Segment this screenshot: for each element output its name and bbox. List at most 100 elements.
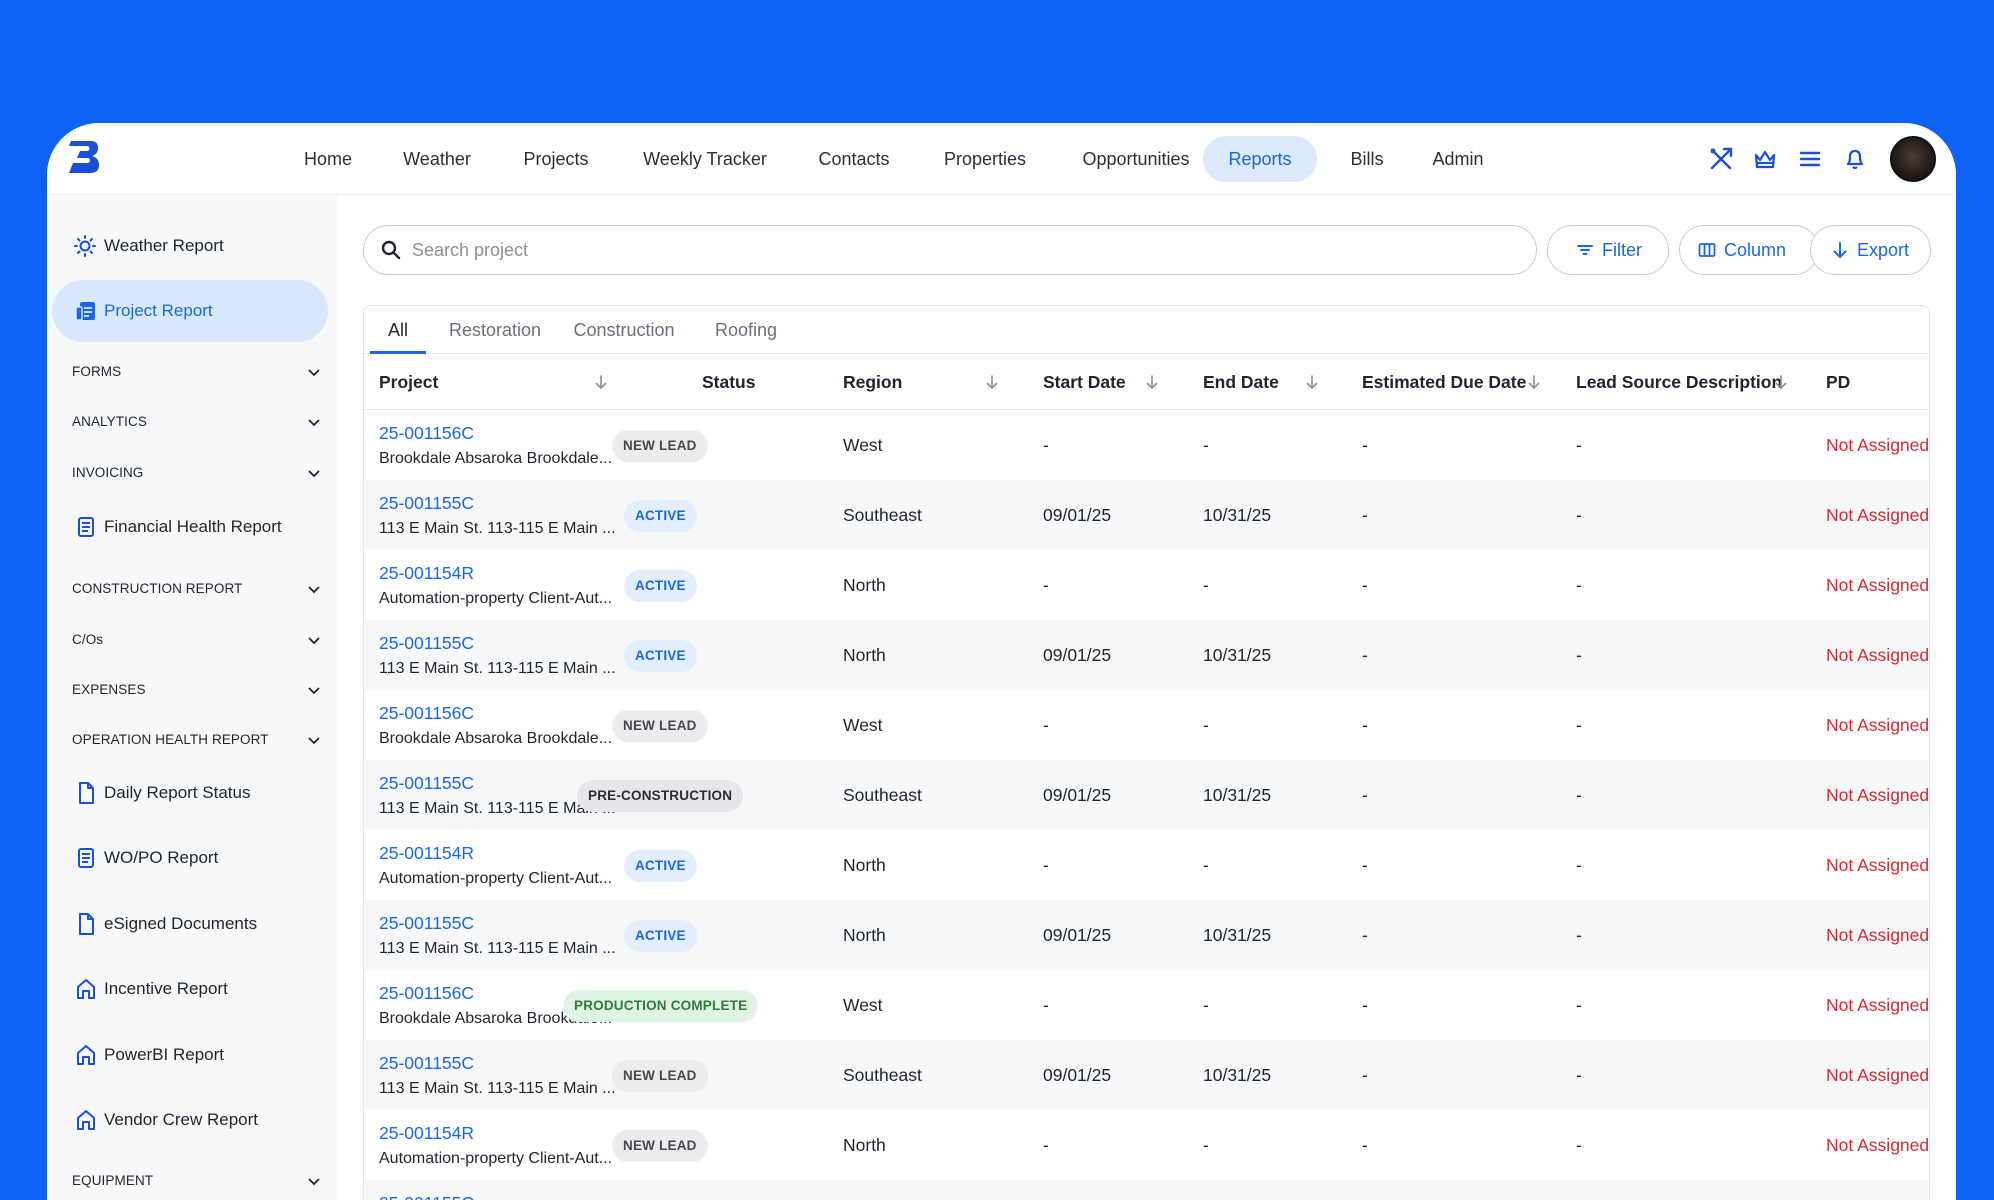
- brand-logo-icon[interactable]: [65, 137, 101, 177]
- sort-arrow-icon[interactable]: [984, 374, 1000, 390]
- table-row[interactable]: 25-001154R Automation-property Client-Aut…: [364, 550, 1929, 620]
- nav-contacts[interactable]: Contacts: [799, 136, 909, 182]
- crown-icon[interactable]: [1752, 146, 1778, 172]
- status-cell: NEW LEAD: [575, 690, 745, 760]
- table-row[interactable]: 25-001155C 113 E Main St. 113-115 E Main …: [364, 480, 1929, 550]
- project-id-link[interactable]: 25-001154R: [379, 1122, 474, 1144]
- project-id-link[interactable]: 25-001155C: [379, 772, 474, 794]
- sort-arrow-icon[interactable]: [1304, 374, 1320, 390]
- table-row[interactable]: 25-001155C 113 E Main St. 113-115 E Main …: [364, 1040, 1929, 1110]
- status-cell: ACTIVE: [575, 620, 745, 690]
- column-button[interactable]: Column: [1679, 225, 1819, 275]
- project-id-link[interactable]: 25-001154R: [379, 842, 474, 864]
- nav-weather[interactable]: Weather: [387, 136, 487, 182]
- project-id-link[interactable]: 25-001154R: [379, 562, 474, 584]
- sidebar-item-weather-report[interactable]: Weather Report: [52, 215, 328, 277]
- search-bar[interactable]: [363, 225, 1537, 275]
- table-row[interactable]: 25-001155C 113 E Main St. 113-115 E Main …: [364, 760, 1929, 830]
- table-row[interactable]: 25-001154R Automation-property Client-Aut…: [364, 830, 1929, 900]
- sidebar-group-construction-report[interactable]: CONSTRUCTION REPORT: [72, 572, 322, 606]
- sidebar-group-invoicing[interactable]: INVOICING: [72, 456, 322, 490]
- sidebar-item-incentive-report[interactable]: Incentive Report: [52, 958, 328, 1020]
- nav-admin[interactable]: Admin: [1417, 136, 1499, 182]
- sidebar-group-cos[interactable]: C/Os: [72, 623, 322, 657]
- nav-opportunities[interactable]: Opportunities: [1061, 136, 1211, 182]
- column-header-end-date[interactable]: End Date: [1203, 354, 1279, 410]
- sidebar-item-vendor-crew-report[interactable]: Vendor Crew Report: [52, 1089, 328, 1151]
- cell-start: -: [1043, 435, 1049, 455]
- nav-home[interactable]: Home: [287, 136, 369, 182]
- nav-reports[interactable]: Reports: [1203, 136, 1317, 182]
- sidebar-label: Daily Report Status: [104, 783, 251, 802]
- project-id-link[interactable]: 25-001155C: [379, 632, 474, 654]
- table-row[interactable]: 25-001155C: [364, 1180, 1929, 1200]
- status-cell: ACTIVE: [575, 480, 745, 550]
- sort-arrow-icon[interactable]: [593, 374, 609, 390]
- tab-construction[interactable]: Construction: [560, 306, 688, 354]
- tools-icon[interactable]: [1708, 146, 1734, 172]
- cell-lead: -: [1576, 645, 1582, 665]
- nav-bills[interactable]: Bills: [1331, 136, 1403, 182]
- tab-all[interactable]: All: [370, 306, 426, 354]
- nav-weekly-tracker[interactable]: Weekly Tracker: [625, 136, 785, 182]
- table-row[interactable]: 25-001156C Brookdale Absaroka Brookdale..…: [364, 970, 1929, 1040]
- cell-due: -: [1362, 1065, 1368, 1085]
- project-id-link[interactable]: 25-001156C: [379, 982, 474, 1004]
- nav-properties[interactable]: Properties: [923, 136, 1047, 182]
- nav-projects[interactable]: Projects: [501, 136, 611, 182]
- cell-end: 10/31/25: [1203, 925, 1272, 945]
- sidebar-item-wo-po-report[interactable]: WO/PO Report: [52, 827, 328, 889]
- menu-icon[interactable]: [1797, 146, 1823, 172]
- sidebar-item-esigned-documents[interactable]: eSigned Documents: [52, 893, 328, 955]
- sidebar-group-analytics[interactable]: ANALYTICS: [72, 405, 322, 439]
- column-header-estimated-due-date[interactable]: Estimated Due Date: [1362, 354, 1526, 410]
- project-type-tabs: All Restoration Construction Roofing: [364, 306, 1929, 354]
- project-id-link[interactable]: 25-001156C: [379, 422, 474, 444]
- export-button[interactable]: Export: [1810, 225, 1931, 275]
- sidebar-group-forms[interactable]: FORMS: [72, 355, 322, 389]
- column-header-lead-source-description[interactable]: Lead Source Description: [1576, 354, 1782, 410]
- home-icon: [74, 1108, 98, 1132]
- column-header-start-date[interactable]: Start Date: [1043, 354, 1126, 410]
- project-id-link[interactable]: 25-001155C: [379, 912, 474, 934]
- sort-arrow-icon[interactable]: [1526, 374, 1542, 390]
- sidebar-item-daily-report-status[interactable]: Daily Report Status: [52, 762, 328, 824]
- cell-lead: -: [1576, 435, 1582, 455]
- project-id-link[interactable]: 25-001156C: [379, 702, 474, 724]
- top-actions: [1696, 136, 1936, 182]
- table-row[interactable]: 25-001154R Automation-property Client-Aut…: [364, 1110, 1929, 1180]
- table-row[interactable]: 25-001155C 113 E Main St. 113-115 E Main …: [364, 900, 1929, 970]
- column-header-region[interactable]: Region: [843, 354, 902, 410]
- status-cell: ACTIVE: [575, 830, 745, 900]
- sidebar-item-powerbi-report[interactable]: PowerBI Report: [52, 1024, 328, 1086]
- cell-end: -: [1203, 855, 1209, 875]
- sort-arrow-icon[interactable]: [1144, 374, 1160, 390]
- sidebar-group-expenses[interactable]: EXPENSES: [72, 673, 322, 707]
- column-header-status[interactable]: Status: [702, 354, 755, 410]
- column-header-project[interactable]: Project: [379, 354, 438, 410]
- tab-restoration[interactable]: Restoration: [436, 306, 554, 354]
- sort-arrow-icon[interactable]: [1773, 374, 1789, 390]
- project-table-card: All Restoration Construction Roofing Pro…: [363, 305, 1930, 1200]
- project-id-link[interactable]: 25-001155C: [379, 1052, 474, 1074]
- project-id-link[interactable]: 25-001155C: [379, 492, 474, 514]
- sidebar-group-operation-health-report[interactable]: OPERATION HEALTH REPORT: [72, 723, 322, 757]
- sidebar-item-financial-health-report[interactable]: Financial Health Report: [52, 496, 328, 558]
- sidebar-item-project-report[interactable]: Project Report: [52, 280, 328, 342]
- search-input[interactable]: [412, 226, 1512, 274]
- tab-roofing[interactable]: Roofing: [694, 306, 798, 354]
- filter-button[interactable]: Filter: [1547, 225, 1669, 275]
- sidebar-group-equipment[interactable]: EQUIPMENT: [72, 1164, 322, 1198]
- project-id-link[interactable]: 25-001155C: [379, 1192, 474, 1200]
- user-avatar[interactable]: [1890, 136, 1936, 182]
- bell-icon[interactable]: [1842, 146, 1868, 172]
- table-row[interactable]: 25-001156C Brookdale Absaroka Brookdale..…: [364, 410, 1929, 480]
- column-header-pd[interactable]: PD: [1826, 354, 1850, 410]
- sidebar-label: eSigned Documents: [104, 914, 258, 933]
- status-badge: NEW LEAD: [612, 1060, 708, 1092]
- cell-region: Southeast: [843, 785, 922, 805]
- file-icon: [74, 781, 98, 805]
- table-row[interactable]: 25-001156C Brookdale Absaroka Brookdale..…: [364, 690, 1929, 760]
- cell-start: 09/01/25: [1043, 505, 1112, 525]
- table-row[interactable]: 25-001155C 113 E Main St. 113-115 E Main …: [364, 620, 1929, 690]
